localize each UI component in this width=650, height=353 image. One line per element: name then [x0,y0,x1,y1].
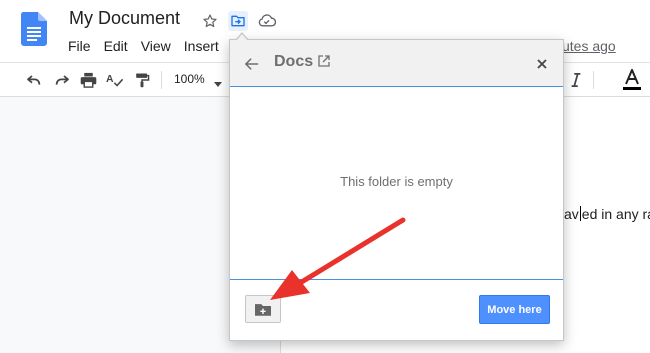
menu-insert[interactable]: Insert [184,38,226,54]
menu-view[interactable]: View [141,38,178,54]
toolbar-divider [161,71,162,89]
move-to-folder-icon[interactable] [228,11,248,31]
spellcheck-icon[interactable]: A [105,70,125,90]
chevron-down-icon[interactable] [214,75,222,93]
menu-bar: File Edit View Insert [68,38,232,54]
text-color-icon[interactable] [622,69,642,90]
dialog-footer: Move here [230,279,563,340]
open-in-new-icon[interactable] [318,55,330,67]
undo-icon[interactable] [24,70,44,90]
print-icon[interactable] [78,70,98,90]
folder-contents: This folder is empty [230,88,563,279]
document-title[interactable]: My Document [69,8,180,29]
empty-folder-message: This folder is empty [340,174,453,189]
back-arrow-icon[interactable] [242,54,262,74]
toolbar-divider [593,71,594,89]
move-folder-dialog: Docs This folder is empty Move here [229,32,564,341]
dialog-header: Docs [230,40,563,87]
menu-file[interactable]: File [68,38,98,54]
menu-edit[interactable]: Edit [104,38,135,54]
new-folder-icon [255,303,271,316]
close-icon[interactable] [532,54,552,74]
document-body-text[interactable]: av ed in any ra [564,206,650,222]
cloud-check-icon[interactable] [257,11,277,31]
star-icon[interactable] [200,11,220,31]
body-text-before-cursor: av [564,206,579,222]
new-folder-button[interactable] [245,295,281,323]
redo-icon[interactable] [52,70,72,90]
last-edit-link[interactable]: utes ago [562,38,616,54]
italic-icon[interactable] [566,70,586,90]
dialog-folder-title: Docs [274,53,314,70]
svg-text:A: A [106,74,114,85]
body-text-after-cursor: ed in any ra [581,206,650,222]
paint-format-icon[interactable] [132,70,152,90]
zoom-select[interactable]: 100% [174,72,205,86]
move-here-button[interactable]: Move here [479,295,550,324]
text-cursor [579,206,581,221]
google-docs-logo[interactable] [21,12,47,46]
